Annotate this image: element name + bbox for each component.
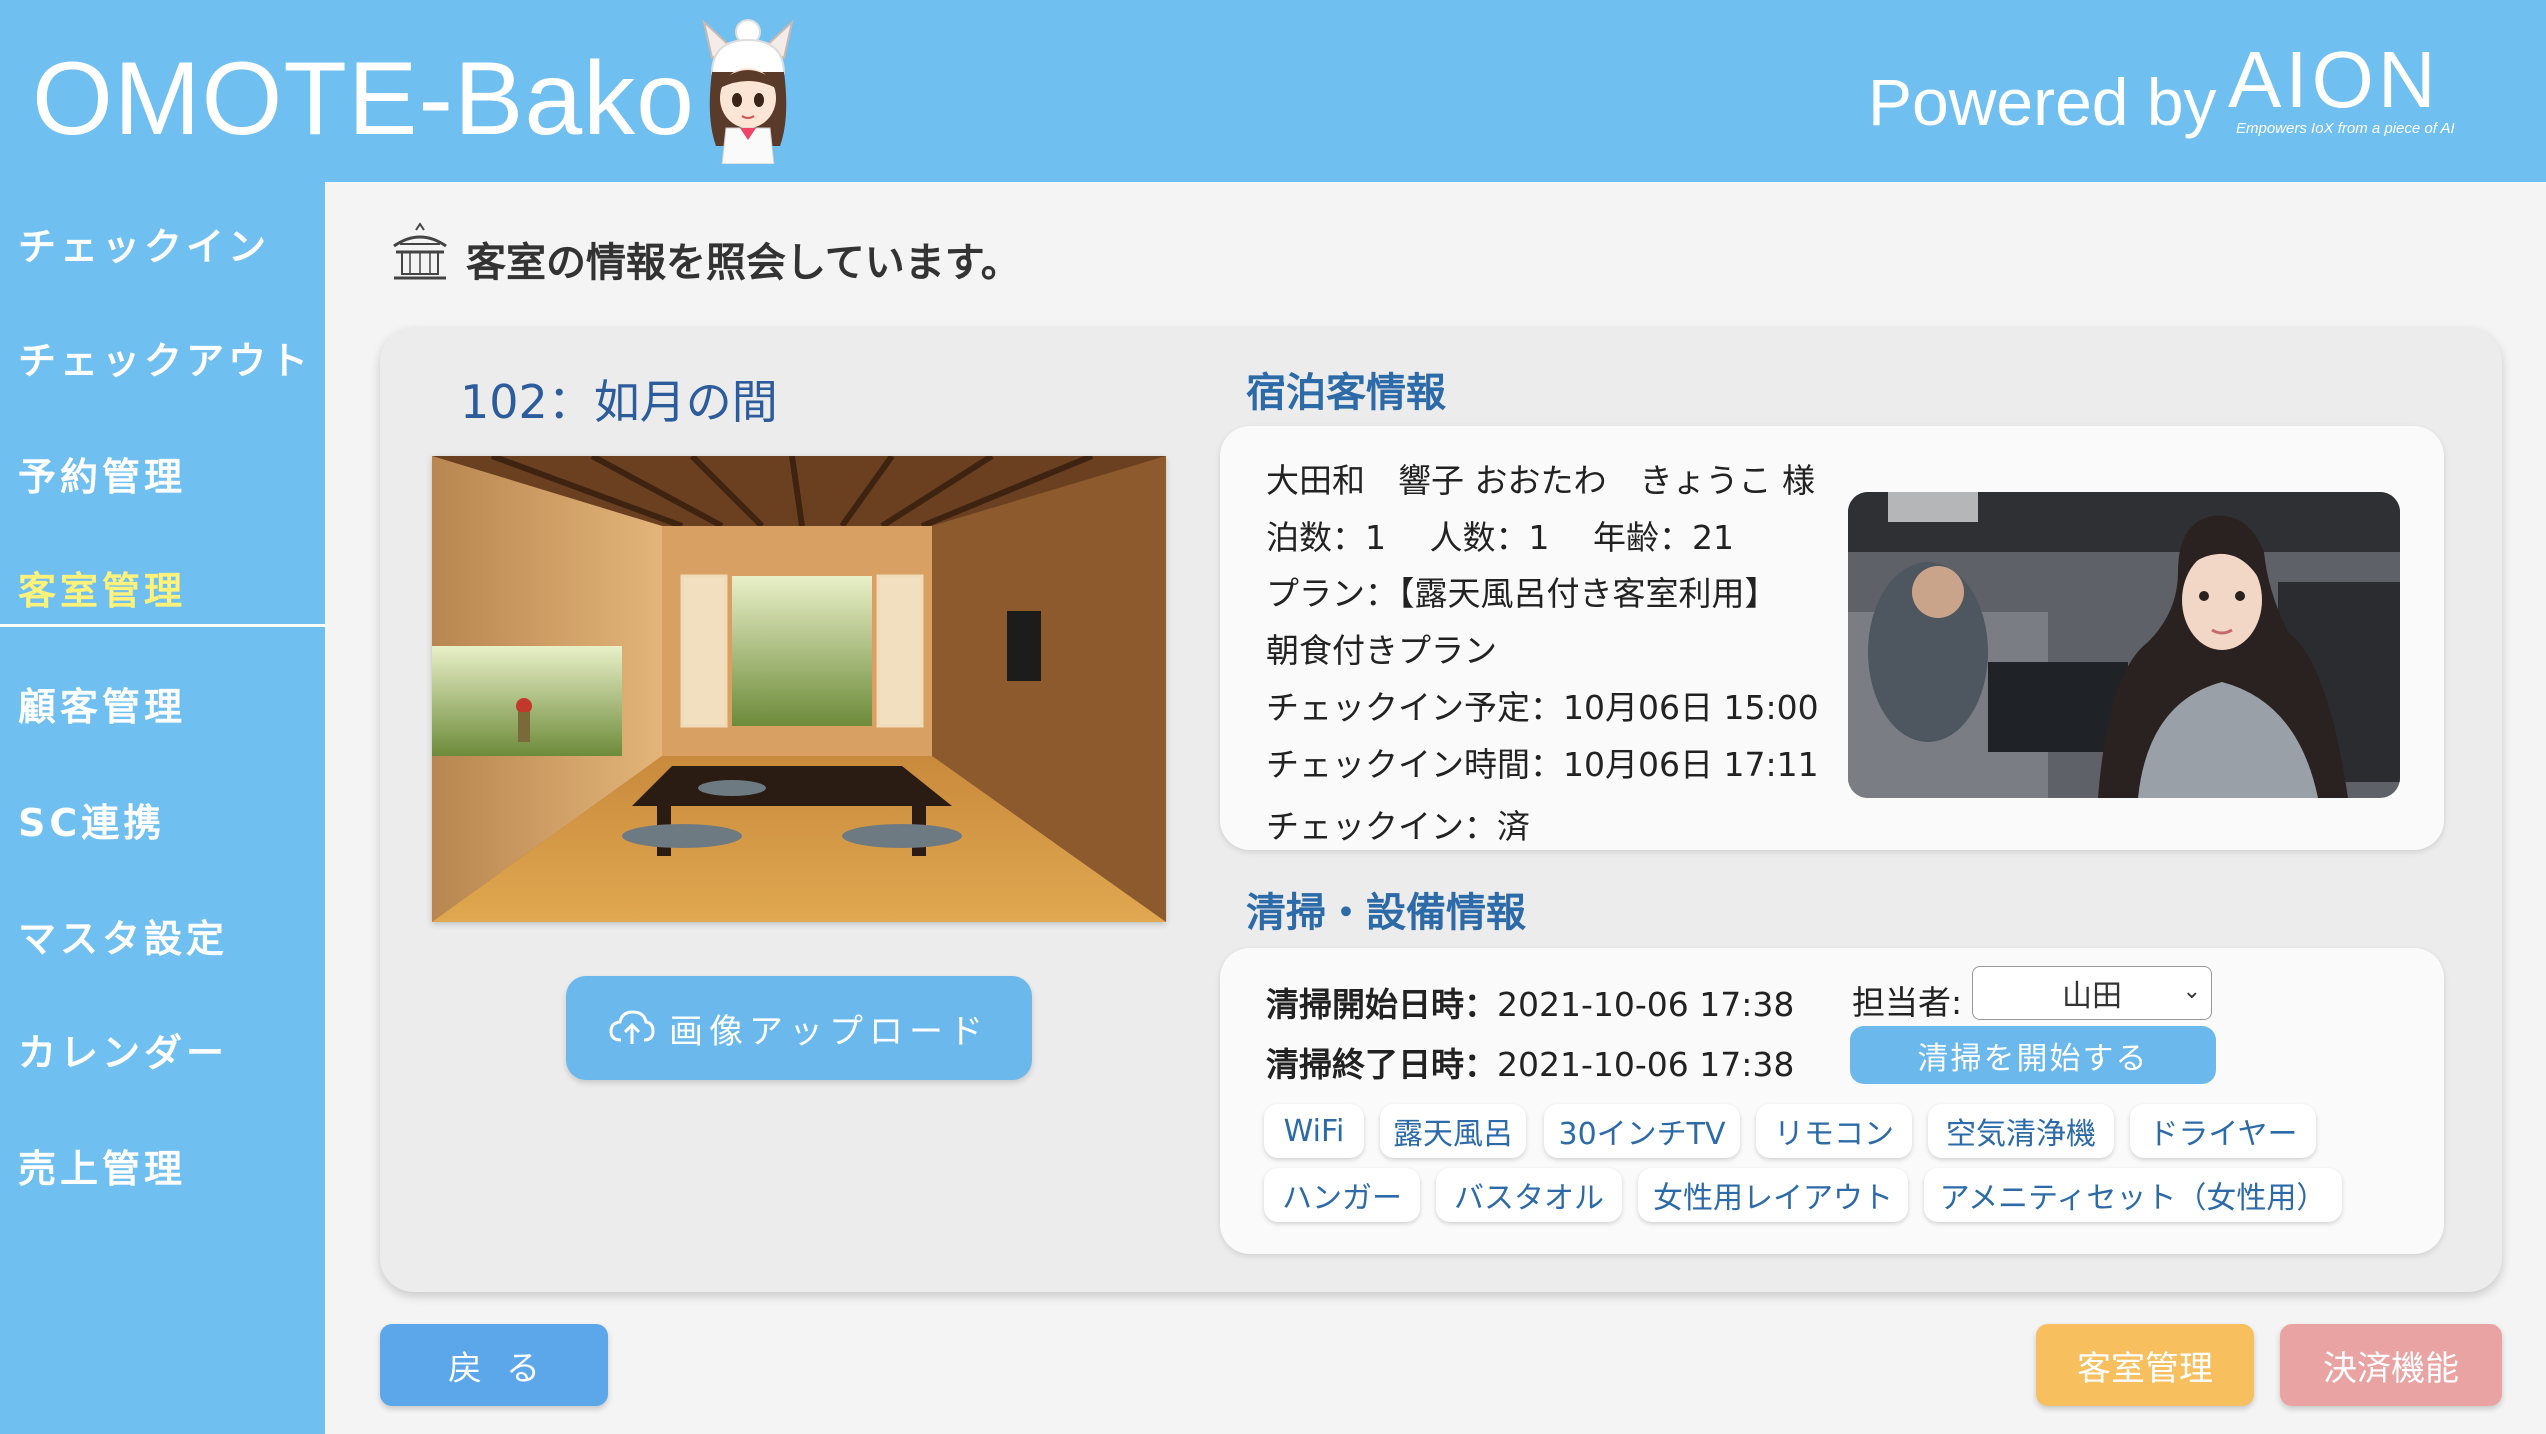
sidebar: チェックイン チェックアウト 予約管理 客室管理 顧客管理 SC連携 マスタ設定… bbox=[0, 182, 325, 1434]
sidebar-item-reservations[interactable]: 予約管理 bbox=[18, 446, 186, 501]
cleaning-end-label: 清掃終了日時： bbox=[1266, 1045, 1497, 1084]
amenity-tag: バスタオル bbox=[1436, 1168, 1622, 1222]
sidebar-item-checkin[interactable]: チェックイン bbox=[18, 216, 270, 271]
cleaning-end-row: 清掃終了日時：2021-10-06 17:38 bbox=[1266, 1038, 1794, 1086]
cleaning-end-value: 2021-10-06 17:38 bbox=[1497, 1045, 1795, 1084]
vendor-logo-word: AION bbox=[2228, 35, 2440, 124]
amenity-tag: ドライヤー bbox=[2130, 1104, 2316, 1158]
chevron-down-icon: ⌄ bbox=[2182, 979, 2201, 1004]
cleaning-start-value: 2021-10-06 17:38 bbox=[1497, 985, 1795, 1024]
sidebar-item-room-management[interactable]: 客室管理 bbox=[18, 560, 186, 615]
page-title: 客室の情報を照会しています。 bbox=[466, 240, 1021, 286]
amenity-tag: 空気清浄機 bbox=[1928, 1104, 2114, 1158]
guest-stay-counts: 泊数：1 人数：1 年齢：21 bbox=[1266, 518, 1734, 557]
checkin-planned: チェックイン予定：10月06日 15:00 bbox=[1266, 688, 1819, 727]
sidebar-item-master-settings[interactable]: マスタ設定 bbox=[18, 908, 228, 963]
amenity-tag: 露天風呂 bbox=[1380, 1104, 1526, 1158]
staff-selected-value: 山田 bbox=[2062, 979, 2122, 1014]
amenity-tag: 女性用レイアウト bbox=[1638, 1168, 1908, 1222]
sidebar-item-calendar[interactable]: カレンダー bbox=[18, 1022, 228, 1077]
japanese-inn-icon bbox=[393, 222, 447, 280]
room-management-button[interactable]: 客室管理 bbox=[2036, 1324, 2254, 1406]
start-cleaning-button[interactable]: 清掃を開始する bbox=[1850, 1026, 2216, 1084]
vendor-tagline: Empowers IoX from a piece of AI bbox=[2236, 120, 2455, 137]
cleaning-start-row: 清掃開始日時：2021-10-06 17:38 bbox=[1266, 978, 1794, 1026]
payment-button[interactable]: 決済機能 bbox=[2280, 1324, 2502, 1406]
cloud-upload-icon bbox=[609, 1010, 655, 1044]
room-photo bbox=[432, 456, 1166, 922]
guest-plan-detail: 朝食付きプラン bbox=[1266, 631, 1497, 670]
amenity-tag: WiFi bbox=[1264, 1104, 1364, 1158]
amenity-tag: リモコン bbox=[1756, 1104, 1912, 1158]
amenity-tag: アメニティセット（女性用） bbox=[1924, 1168, 2342, 1222]
mascot-girl-icon bbox=[702, 19, 794, 164]
app-header: OMOTE-Bako Powered by AION Empowers IoX … bbox=[0, 0, 2546, 182]
room-name: 102：如月の間 bbox=[460, 375, 778, 429]
guest-info-title: 宿泊客情報 bbox=[1246, 370, 1446, 416]
staff-select[interactable]: 山田 ⌄ bbox=[1972, 966, 2212, 1020]
checkin-time: チェックイン時間：10月06日 17:11 bbox=[1266, 745, 1819, 784]
guest-name: 大田和 響子 おおたわ きょうこ 様 bbox=[1266, 461, 1815, 500]
amenity-tag: 30インチTV bbox=[1544, 1104, 1740, 1158]
powered-by-text: Powered by bbox=[1868, 65, 2217, 139]
sidebar-item-customers[interactable]: 顧客管理 bbox=[18, 676, 186, 731]
sidebar-item-checkout[interactable]: チェックアウト bbox=[18, 330, 312, 385]
cleaning-start-label: 清掃開始日時： bbox=[1266, 985, 1497, 1024]
sidebar-item-sales[interactable]: 売上管理 bbox=[18, 1138, 186, 1193]
image-upload-button[interactable]: 画像アップロード bbox=[566, 976, 1032, 1080]
cleaning-info-title: 清掃・設備情報 bbox=[1246, 890, 1526, 936]
back-button[interactable]: 戻る bbox=[380, 1324, 608, 1406]
active-nav-underline bbox=[0, 624, 325, 627]
guest-camera-photo bbox=[1848, 492, 2400, 798]
staff-label: 担当者: bbox=[1852, 983, 1963, 1022]
vendor-logo: AION Empowers IoX from a piece of AI bbox=[2228, 34, 2518, 144]
sidebar-item-sc-link[interactable]: SC連携 bbox=[18, 792, 165, 847]
app-title: OMOTE-Bako bbox=[32, 41, 695, 157]
guest-plan: プラン：【露天風呂付き客室利用】 bbox=[1266, 574, 1778, 613]
amenity-tag: ハンガー bbox=[1264, 1168, 1420, 1222]
checkin-status: チェックイン：済 bbox=[1266, 807, 1530, 846]
image-upload-label: 画像アップロード bbox=[669, 1011, 989, 1052]
